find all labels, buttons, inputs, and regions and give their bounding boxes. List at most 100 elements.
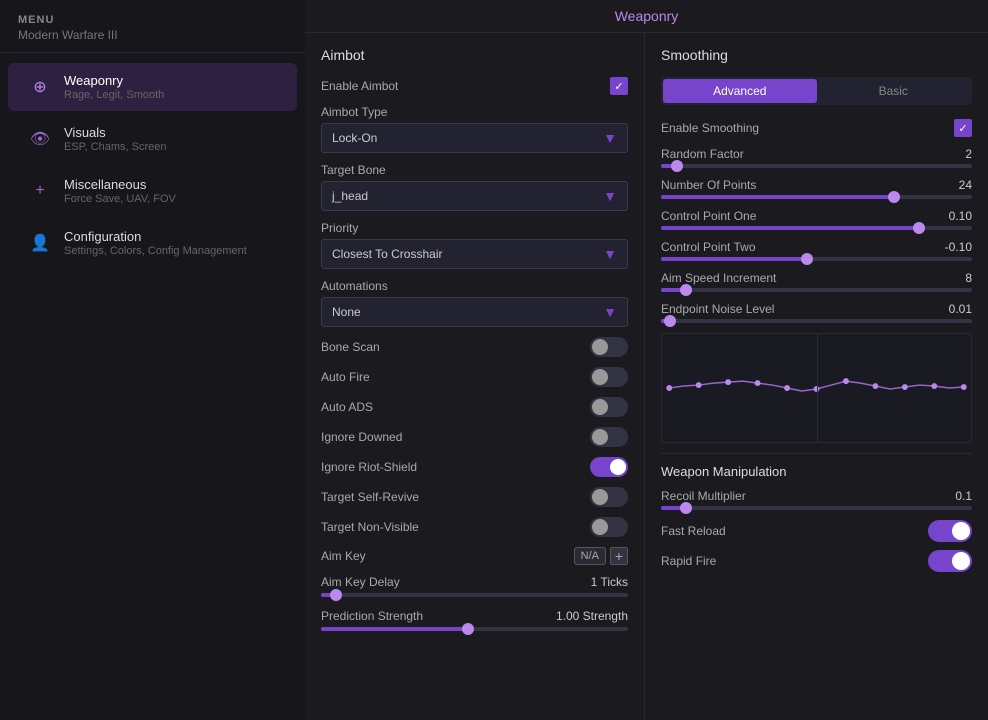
- number-of-points-track[interactable]: [661, 195, 972, 199]
- rapid-fire-knob: [952, 552, 970, 570]
- auto-ads-toggle[interactable]: [590, 397, 628, 417]
- control-point-one-label: Control Point One: [661, 209, 756, 223]
- aimbot-type-dropdown[interactable]: Lock-On ▼: [321, 123, 628, 153]
- target-bone-dropdown[interactable]: j_head ▼: [321, 181, 628, 211]
- control-point-two-label: Control Point Two: [661, 240, 756, 254]
- aimbot-toggles: Bone Scan Auto Fire Auto ADS Ignore Down…: [321, 337, 628, 537]
- miscellaneous-sub: Force Save, UAV, FOV: [64, 193, 176, 205]
- visuals-sub: ESP, Chams, Screen: [64, 141, 167, 153]
- curve-point: [784, 385, 790, 391]
- automations-dropdown[interactable]: None ▼: [321, 297, 628, 327]
- automations-value: None: [332, 305, 361, 319]
- tab-basic[interactable]: Basic: [817, 79, 971, 103]
- endpoint-noise-level-label: Endpoint Noise Level: [661, 302, 774, 316]
- miscellaneous-icon: +: [26, 177, 54, 205]
- number-of-points-thumb[interactable]: [888, 191, 900, 203]
- aimbot-type-value: Lock-On: [332, 131, 377, 145]
- endpoint-noise-level-track[interactable]: [661, 319, 972, 323]
- curve-point: [696, 382, 702, 388]
- priority-value: Closest To Crosshair: [332, 247, 442, 261]
- configuration-sub: Settings, Colors, Config Management: [64, 245, 247, 257]
- ignore-riot-shield-toggle[interactable]: [590, 457, 628, 477]
- number-of-points-fill: [661, 195, 894, 199]
- curve-point: [902, 384, 908, 390]
- sidebar-item-configuration[interactable]: 👤 Configuration Settings, Colors, Config…: [8, 219, 297, 267]
- aim-key-delay-track[interactable]: [321, 593, 628, 597]
- fast-reload-label: Fast Reload: [661, 524, 726, 538]
- recoil-thumb[interactable]: [680, 502, 692, 514]
- random-factor-thumb[interactable]: [671, 160, 683, 172]
- target-non-visible-knob: [592, 519, 608, 535]
- bone-scan-toggle[interactable]: [590, 337, 628, 357]
- recoil-label: Recoil Multiplier: [661, 489, 746, 503]
- aimbot-type-label: Aimbot Type: [321, 105, 628, 119]
- rapid-fire-row: Rapid Fire: [661, 550, 972, 572]
- sidebar-item-weaponry[interactable]: ⊕ Weaponry Rage, Legit, Smooth: [8, 63, 297, 111]
- sidebar-nav: ⊕ Weaponry Rage, Legit, Smooth 👁 Visuals…: [0, 53, 305, 277]
- control-point-one-thumb[interactable]: [913, 222, 925, 234]
- enable-aimbot-label: Enable Aimbot: [321, 79, 398, 93]
- weaponry-sub: Rage, Legit, Smooth: [64, 89, 164, 101]
- main-content: Weaponry Aimbot Enable Aimbot Aimbot Typ…: [305, 0, 988, 720]
- auto-ads-label: Auto ADS: [321, 400, 373, 414]
- smoothing-sliders: Random Factor 2 Number Of Points 24 Cont…: [661, 147, 972, 323]
- visuals-icon: 👁: [26, 125, 54, 153]
- tab-advanced[interactable]: Advanced: [663, 79, 817, 103]
- sidebar: MENU Modern Warfare III ⊕ Weaponry Rage,…: [0, 0, 305, 720]
- enable-aimbot-checkbox[interactable]: [610, 77, 628, 95]
- target-non-visible-label: Target Non-Visible: [321, 520, 419, 534]
- control-point-one-slider-row: Control Point One 0.10: [661, 209, 972, 230]
- recoil-value: 0.1: [955, 489, 972, 503]
- curve-point: [666, 385, 672, 391]
- prediction-fill: [321, 627, 468, 631]
- endpoint-noise-level-slider-row: Endpoint Noise Level 0.01: [661, 302, 972, 323]
- smoothing-panel: Smoothing Advanced Basic Enable Smoothin…: [645, 33, 988, 720]
- recoil-multiplier-row: Recoil Multiplier 0.1: [661, 489, 972, 510]
- sidebar-item-miscellaneous[interactable]: + Miscellaneous Force Save, UAV, FOV: [8, 167, 297, 215]
- miscellaneous-title: Miscellaneous: [64, 177, 176, 192]
- sidebar-item-visuals[interactable]: 👁 Visuals ESP, Chams, Screen: [8, 115, 297, 163]
- control-point-one-track[interactable]: [661, 226, 972, 230]
- panels: Aimbot Enable Aimbot Aimbot Type Lock-On…: [305, 33, 988, 720]
- automations-label: Automations: [321, 279, 628, 293]
- aim-speed-increment-slider-row: Aim Speed Increment 8: [661, 271, 972, 292]
- aimbot-title: Aimbot: [321, 47, 628, 63]
- aim-key-delay-thumb[interactable]: [330, 589, 342, 601]
- prediction-thumb[interactable]: [462, 623, 474, 635]
- smoothing-graph: [661, 333, 972, 443]
- smoothing-tabs: Advanced Basic: [661, 77, 972, 105]
- enable-smoothing-label: Enable Smoothing: [661, 121, 759, 135]
- ignore-downed-toggle[interactable]: [590, 427, 628, 447]
- control-point-two-thumb[interactable]: [801, 253, 813, 265]
- priority-dropdown[interactable]: Closest To Crosshair ▼: [321, 239, 628, 269]
- aim-speed-increment-label-row: Aim Speed Increment 8: [661, 271, 972, 285]
- fast-reload-knob: [952, 522, 970, 540]
- configuration-icon: 👤: [26, 229, 54, 257]
- rapid-fire-toggle[interactable]: [928, 550, 972, 572]
- bone-scan-knob: [592, 339, 608, 355]
- random-factor-label: Random Factor: [661, 147, 744, 161]
- aim-speed-increment-track[interactable]: [661, 288, 972, 292]
- priority-arrow: ▼: [603, 246, 617, 262]
- fast-reload-row: Fast Reload: [661, 520, 972, 542]
- fast-reload-toggle[interactable]: [928, 520, 972, 542]
- enable-smoothing-checkbox[interactable]: [954, 119, 972, 137]
- recoil-track[interactable]: [661, 506, 972, 510]
- auto-ads-row: Auto ADS: [321, 397, 628, 417]
- enable-aimbot-row: Enable Aimbot: [321, 77, 628, 95]
- prediction-track[interactable]: [321, 627, 628, 631]
- endpoint-noise-level-thumb[interactable]: [664, 315, 676, 327]
- aim-speed-increment-value: 8: [965, 271, 972, 285]
- target-self-revive-knob: [592, 489, 608, 505]
- control-point-two-track[interactable]: [661, 257, 972, 261]
- random-factor-track[interactable]: [661, 164, 972, 168]
- ignore-riot-shield-knob: [610, 459, 626, 475]
- aim-speed-increment-label: Aim Speed Increment: [661, 271, 776, 285]
- target-non-visible-row: Target Non-Visible: [321, 517, 628, 537]
- aim-speed-increment-thumb[interactable]: [680, 284, 692, 296]
- aim-key-plus[interactable]: +: [610, 547, 628, 565]
- auto-fire-toggle[interactable]: [590, 367, 628, 387]
- target-non-visible-toggle[interactable]: [590, 517, 628, 537]
- aim-key-delay-value: 1 Ticks: [591, 575, 628, 589]
- target-self-revive-toggle[interactable]: [590, 487, 628, 507]
